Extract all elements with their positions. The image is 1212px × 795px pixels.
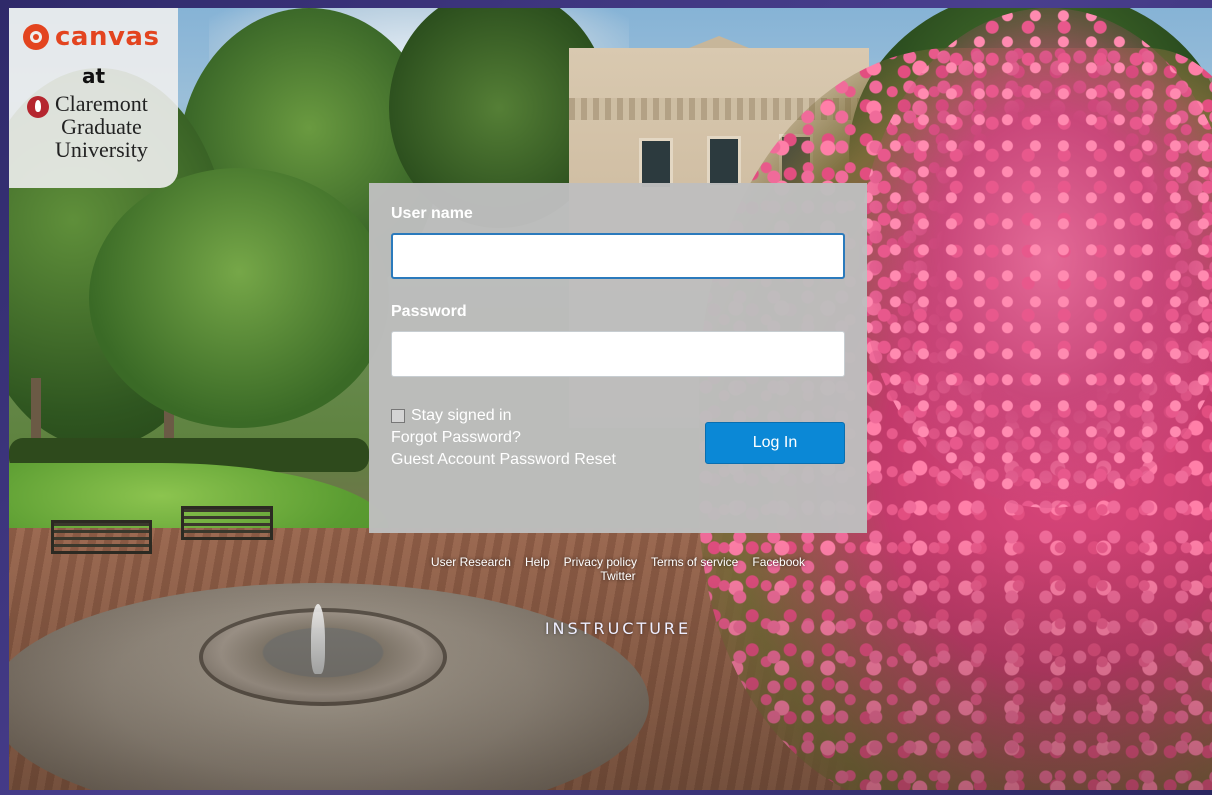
building-window	[707, 136, 741, 188]
checkbox-icon[interactable]	[391, 409, 405, 423]
tree	[89, 168, 389, 428]
cgu-line-2: Graduate	[61, 114, 142, 139]
footer-links: User Research Help Privacy policy Terms of …	[369, 555, 867, 583]
logo-at-text: at	[81, 64, 106, 88]
login-form: User name Password Stay signed in Forgot…	[369, 183, 867, 533]
institution-logo: canvas at Claremont Graduate University	[9, 8, 178, 188]
username-input[interactable]	[391, 233, 845, 279]
canvas-logo-icon	[23, 24, 49, 50]
username-label: User name	[391, 205, 473, 222]
instructure-logo[interactable]: INSTRUCTURE	[369, 619, 867, 638]
cgu-line-1: Claremont	[55, 91, 148, 116]
footer-link-terms-of-service[interactable]: Terms of service	[651, 555, 738, 569]
cgu-logo: Claremont Graduate University	[27, 92, 148, 161]
password-input[interactable]	[391, 331, 845, 377]
footer-link-privacy-policy[interactable]: Privacy policy	[564, 555, 637, 569]
canvas-wordmark: canvas	[55, 22, 160, 52]
footer-link-facebook[interactable]: Facebook	[752, 555, 805, 569]
footer-link-help[interactable]: Help	[525, 555, 550, 569]
log-in-button[interactable]: Log In	[705, 422, 845, 464]
canvas-logo: canvas	[23, 22, 159, 52]
cgu-flame-icon	[27, 96, 49, 118]
footer-link-twitter[interactable]: Twitter	[376, 569, 860, 583]
footer-link-user-research[interactable]: User Research	[431, 555, 511, 569]
password-label: Password	[391, 303, 467, 320]
cgu-line-3: University	[55, 137, 148, 162]
stay-signed-in-label: Stay signed in	[411, 407, 512, 424]
